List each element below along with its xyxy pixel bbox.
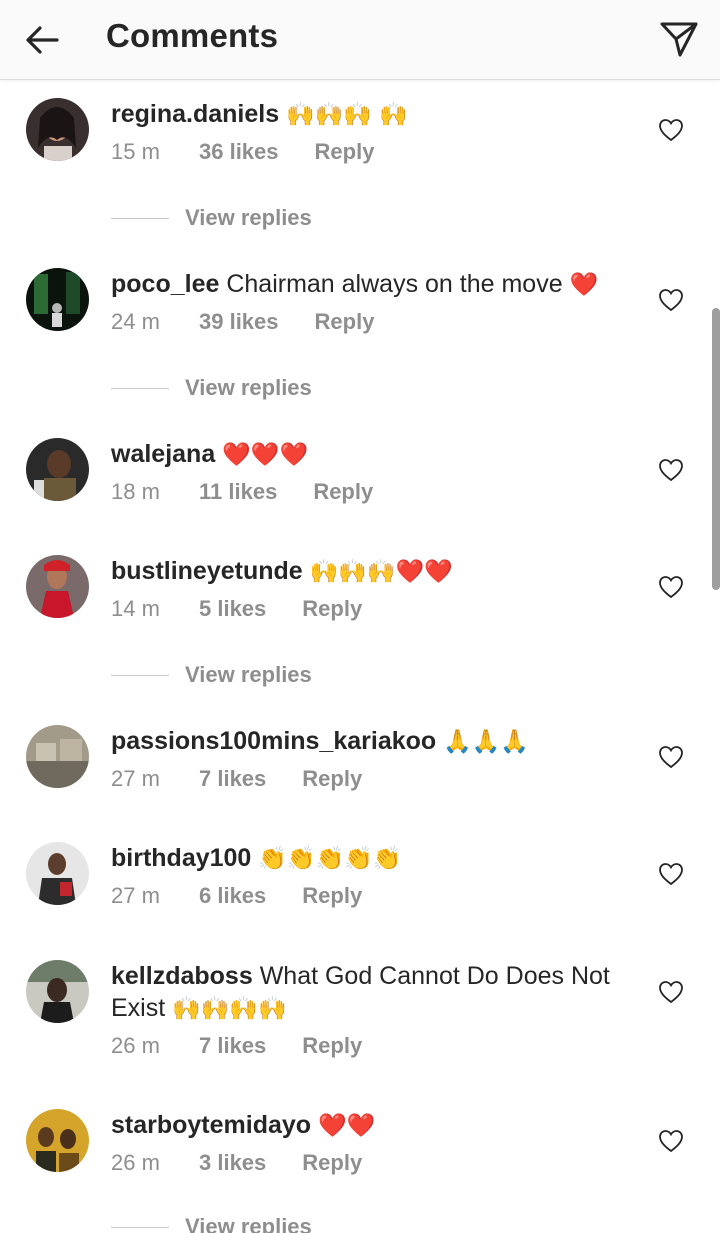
like-heart-icon[interactable]: [658, 118, 684, 142]
comment-username[interactable]: poco_lee: [111, 270, 219, 298]
comment-likes[interactable]: 36 likes: [199, 139, 279, 165]
comment-emoji: 🙌🙌🙌❤️❤️: [309, 559, 453, 585]
comments-list[interactable]: regina.daniels 🙌🙌🙌 🙌 15 m 36 likes Reply…: [0, 80, 720, 1233]
comment-emoji: ❤️❤️: [318, 1113, 376, 1139]
comment-time: 15 m: [111, 139, 160, 164]
reply-button[interactable]: Reply: [302, 883, 362, 909]
comment-likes[interactable]: 3 likes: [199, 1150, 266, 1176]
comment-text: Chairman always on the move: [226, 270, 563, 298]
comment-username[interactable]: passions100mins_kariakoo: [111, 727, 436, 755]
reply-button[interactable]: Reply: [302, 1033, 362, 1059]
comment-username[interactable]: regina.daniels: [111, 100, 279, 128]
view-replies-button[interactable]: View replies: [111, 205, 312, 231]
scrollbar[interactable]: [712, 308, 720, 590]
like-heart-icon[interactable]: [658, 458, 684, 482]
comment-username[interactable]: starboytemidayo: [111, 1111, 311, 1139]
avatar[interactable]: [26, 1109, 89, 1172]
comment-emoji: ❤️❤️❤️: [222, 442, 309, 468]
comment-time: 27 m: [111, 766, 160, 791]
top-bar: Comments: [0, 0, 720, 80]
arrow-left-icon: [26, 26, 59, 54]
comment-time: 26 m: [111, 1033, 160, 1058]
like-heart-icon[interactable]: [658, 1129, 684, 1153]
comment-likes[interactable]: 5 likes: [199, 596, 266, 622]
like-heart-icon[interactable]: [658, 980, 684, 1004]
comment-emoji: 🙌🙌🙌🙌: [172, 996, 287, 1022]
comment-username[interactable]: kellzdaboss: [111, 962, 253, 990]
reply-button[interactable]: Reply: [315, 139, 375, 165]
comment-username[interactable]: birthday100: [111, 844, 251, 872]
avatar[interactable]: [26, 98, 89, 161]
like-heart-icon[interactable]: [658, 575, 684, 599]
comment-emoji: 🙏🙏🙏: [443, 729, 530, 755]
avatar[interactable]: [26, 438, 89, 501]
avatar[interactable]: [26, 960, 89, 1023]
avatar[interactable]: [26, 842, 89, 905]
page-title: Comments: [106, 17, 279, 54]
share-button[interactable]: [656, 16, 702, 62]
view-replies-button[interactable]: View replies: [111, 662, 312, 688]
like-heart-icon[interactable]: [658, 288, 684, 312]
comment-likes[interactable]: 11 likes: [199, 479, 277, 505]
comment-emoji: ❤️: [569, 272, 599, 298]
view-replies-button[interactable]: View replies: [111, 1214, 312, 1233]
reply-button[interactable]: Reply: [315, 309, 375, 335]
comment-emoji: 🙌🙌🙌 🙌: [286, 102, 408, 128]
like-heart-icon[interactable]: [658, 862, 684, 886]
comment-username[interactable]: bustlineyetunde: [111, 557, 303, 585]
avatar[interactable]: [26, 725, 89, 788]
comment-username[interactable]: walejana: [111, 440, 215, 468]
avatar[interactable]: [26, 268, 89, 331]
back-button[interactable]: [20, 18, 64, 62]
reply-button[interactable]: Reply: [302, 766, 362, 792]
comment-time: 24 m: [111, 309, 160, 334]
avatar[interactable]: [26, 555, 89, 618]
comment-likes[interactable]: 6 likes: [199, 883, 266, 909]
comment-likes[interactable]: 7 likes: [199, 766, 266, 792]
reply-button[interactable]: Reply: [313, 479, 373, 505]
comment-time: 26 m: [111, 1150, 160, 1175]
comment-time: 14 m: [111, 596, 160, 621]
reply-button[interactable]: Reply: [302, 596, 362, 622]
comment-likes[interactable]: 7 likes: [199, 1033, 266, 1059]
comment-time: 27 m: [111, 883, 160, 908]
comment-time: 18 m: [111, 479, 160, 504]
send-paper-plane-icon: [660, 22, 698, 57]
like-heart-icon[interactable]: [658, 745, 684, 769]
comment-emoji: 👏👏👏👏👏: [258, 846, 402, 872]
comment-likes[interactable]: 39 likes: [199, 309, 279, 335]
view-replies-button[interactable]: View replies: [111, 375, 312, 401]
reply-button[interactable]: Reply: [302, 1150, 362, 1176]
